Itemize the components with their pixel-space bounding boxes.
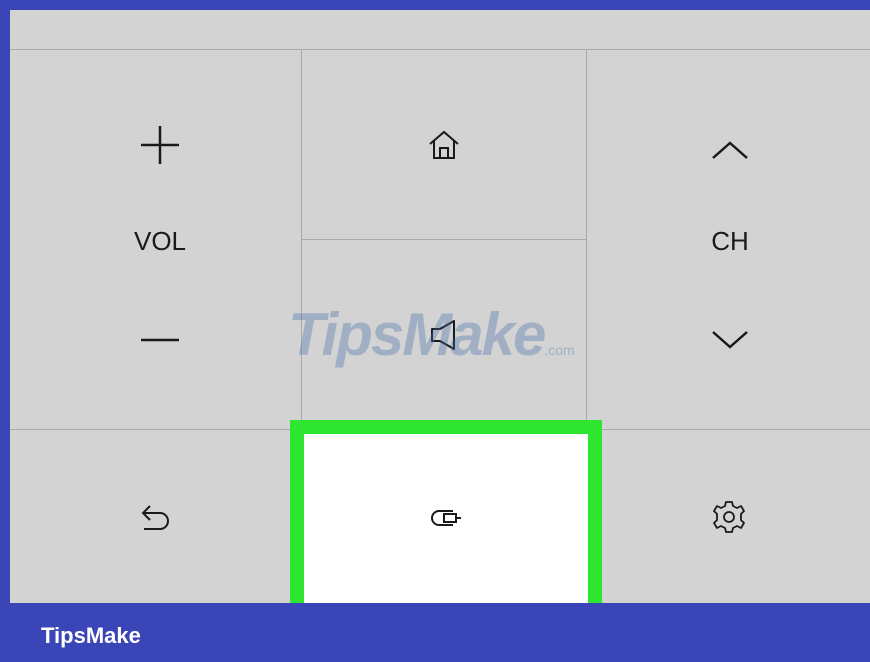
plus-icon [141,126,179,164]
chevron-down-icon [712,331,748,349]
chevron-up-icon [712,141,748,159]
volume-up-button[interactable] [130,120,190,170]
volume-label: VOL [133,226,187,256]
channel-down-button[interactable] [700,315,760,365]
channel-label: CH [711,226,749,256]
footer-bar: TipsMake [0,603,870,662]
settings-button[interactable] [587,430,870,603]
minus-icon [141,338,179,342]
back-button[interactable] [10,430,301,603]
speaker-mute-icon [431,319,455,350]
gear-icon [712,500,745,533]
mute-button[interactable] [302,240,586,429]
home-button[interactable] [302,50,586,239]
home-icon [429,130,459,159]
back-arrow-icon [141,504,169,530]
remote-control-panel: VOL CH TipsMake.com [10,10,870,603]
input-source-button[interactable] [290,420,602,603]
input-source-icon [431,509,461,526]
volume-down-button[interactable] [130,315,190,365]
brand-label: TipsMake [41,623,141,648]
channel-up-button[interactable] [700,125,760,175]
